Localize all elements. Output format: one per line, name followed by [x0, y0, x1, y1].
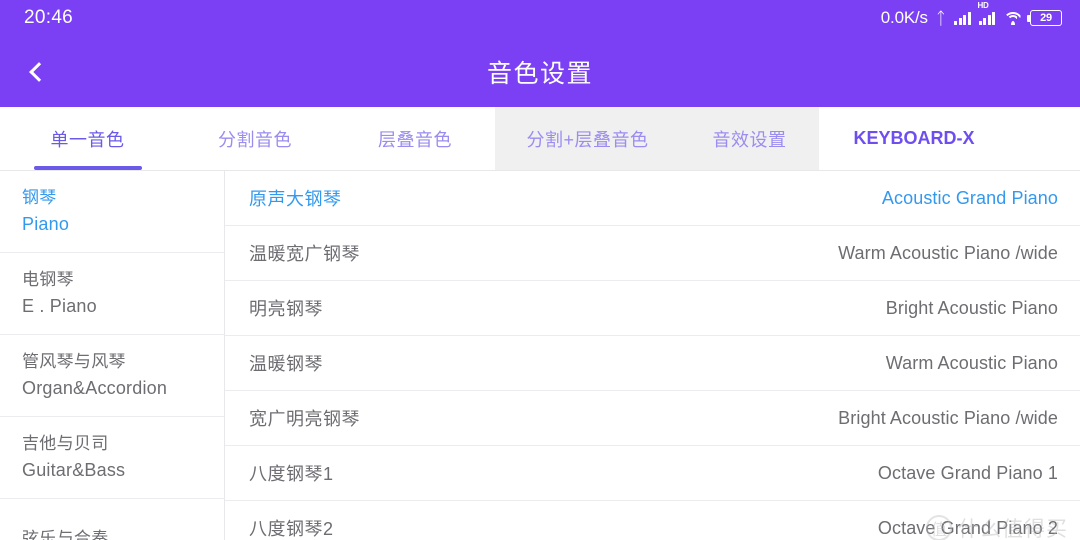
tab-4[interactable]: 音效设置 [680, 107, 819, 170]
tone-name-en: Warm Acoustic Piano [885, 352, 1058, 373]
chevron-left-icon [28, 61, 49, 82]
back-button[interactable] [14, 50, 58, 94]
signal-bars-icon [954, 11, 971, 25]
tab-active-indicator [33, 166, 142, 170]
sidebar-item-3[interactable]: 吉他与贝司 Guitar&Bass [0, 417, 224, 499]
tab-0[interactable]: 单一音色 [0, 107, 175, 170]
tab-label: 分割+层叠音色 [526, 129, 649, 150]
status-icons: 0.0K/s ᛏ HD 29 [880, 1, 1062, 28]
tab-bar: 单一音色 分割音色 层叠音色 分割+层叠音色 音效设置 KEYBOARD-X [0, 107, 1080, 171]
tone-list-row[interactable]: 明亮钢琴 Bright Acoustic Piano [225, 281, 1080, 336]
tone-name-zh: 温暖宽广钢琴 [249, 244, 360, 264]
tone-name-en: Bright Acoustic Piano /wide [838, 407, 1058, 428]
sidebar-item-label-zh: 弦乐与合奏 [22, 529, 109, 540]
category-sidebar[interactable]: 钢琴 Piano 电钢琴 E . Piano 管风琴与风琴 Organ&Accordion… [0, 171, 225, 540]
status-clock: 20:46 [24, 7, 74, 28]
sidebar-item-4[interactable]: 弦乐与合奏 [0, 499, 224, 540]
sidebar-item-label-zh: 电钢琴 [22, 270, 74, 290]
sidebar-item-label-zh: 钢琴 [22, 188, 57, 208]
tone-list-row[interactable]: 八度钢琴1 Octave Grand Piano 1 [225, 446, 1080, 501]
tone-name-zh: 宽广明亮钢琴 [249, 409, 360, 429]
sidebar-item-label-en: Guitar&Bass [22, 459, 126, 480]
tone-name-zh: 原声大钢琴 [249, 189, 342, 209]
bluetooth-icon: ᛏ [935, 8, 946, 28]
tab-label: KEYBOARD-X [853, 128, 975, 148]
hd-signal-bars-icon: HD [978, 1, 995, 25]
tone-name-zh: 八度钢琴1 [249, 464, 334, 484]
tab-1[interactable]: 分割音色 [175, 107, 335, 170]
tone-name-en: Octave Grand Piano 1 [877, 462, 1058, 483]
tab-label: 单一音色 [50, 129, 125, 150]
tone-list-row[interactable]: 原声大钢琴 Acoustic Grand Piano [225, 171, 1080, 226]
tab-label: 层叠音色 [378, 129, 452, 150]
sidebar-item-label-en: Piano [22, 213, 70, 234]
tab-2[interactable]: 层叠音色 [335, 107, 495, 170]
tone-list-row[interactable]: 温暖钢琴 Warm Acoustic Piano [225, 336, 1080, 391]
tone-list-row[interactable]: 温暖宽广钢琴 Warm Acoustic Piano /wide [225, 226, 1080, 281]
sidebar-item-label-en: E . Piano [22, 295, 97, 316]
tone-name-en: Acoustic Grand Piano [881, 187, 1058, 208]
sidebar-item-label-en: Organ&Accordion [22, 377, 168, 398]
battery-icon: 29 [1027, 10, 1062, 26]
sidebar-item-label-zh: 吉他与贝司 [22, 434, 109, 454]
tone-name-en: Warm Acoustic Piano /wide [838, 242, 1058, 263]
status-bar: 20:46 0.0K/s ᛏ HD 29 [0, 0, 1080, 36]
app-header: 音色设置 [0, 36, 1080, 107]
tone-list-row[interactable]: 八度钢琴2 Octave Grand Piano 2 [225, 501, 1080, 540]
battery-level-label: 29 [1040, 12, 1052, 24]
page-title: 音色设置 [486, 59, 593, 88]
tab-3[interactable]: 分割+层叠音色 [495, 107, 680, 170]
tone-name-zh: 明亮钢琴 [249, 299, 323, 319]
tone-name-en: Bright Acoustic Piano [885, 297, 1058, 318]
sidebar-item-0[interactable]: 钢琴 Piano [0, 171, 224, 253]
tone-list[interactable]: 原声大钢琴 Acoustic Grand Piano 温暖宽广钢琴 Warm Acou… [225, 171, 1080, 540]
network-speed-label: 0.0K/s [880, 8, 928, 27]
tone-name-zh: 温暖钢琴 [249, 354, 323, 374]
wifi-icon [1003, 11, 1022, 25]
tab-label: 音效设置 [712, 129, 787, 150]
hd-label: HD [977, 1, 989, 10]
sidebar-item-label-zh: 管风琴与风琴 [22, 352, 126, 372]
tab-5[interactable]: KEYBOARD-X [819, 107, 1009, 170]
tab-label: 分割音色 [218, 129, 292, 150]
sidebar-item-1[interactable]: 电钢琴 E . Piano [0, 253, 224, 335]
tone-name-en: Octave Grand Piano 2 [877, 517, 1058, 538]
main-content: 钢琴 Piano 电钢琴 E . Piano 管风琴与风琴 Organ&Accordion… [0, 171, 1080, 540]
sidebar-item-2[interactable]: 管风琴与风琴 Organ&Accordion [0, 335, 224, 417]
tone-name-zh: 八度钢琴2 [249, 519, 334, 539]
tone-list-row[interactable]: 宽广明亮钢琴 Bright Acoustic Piano /wide [225, 391, 1080, 446]
